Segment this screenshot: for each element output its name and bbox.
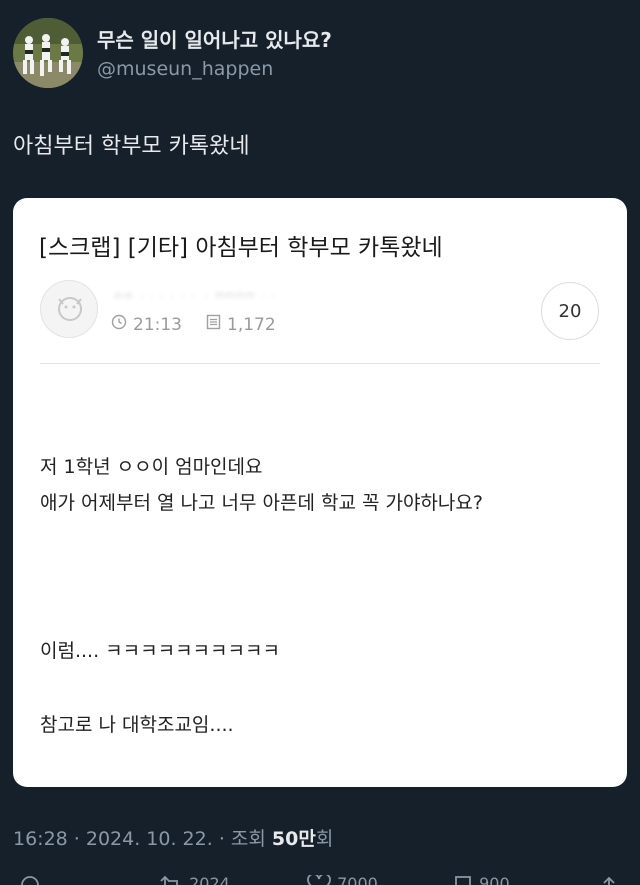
comment-count-badge[interactable]: 20 [541, 282, 599, 340]
action-bar: 2024 7000 900 [0, 868, 640, 885]
heart-icon [306, 872, 332, 885]
document-icon [206, 314, 221, 335]
post-author-name: ㅇㅇ ㆍㆍㆍㆍㆍㆍ ㆍ ㅁㅁㅁㅁ ㆍㆍ [113, 290, 279, 298]
card-divider [40, 363, 600, 364]
bookmark-button[interactable]: 900 [452, 874, 510, 885]
post-body-line: 이럼.... ㅋㅋㅋㅋㅋㅋㅋㅋㅋㅋ [40, 640, 280, 662]
view-count-number: 50만 [271, 828, 316, 850]
post-body-line: 저 1학년 ㅇㅇ이 엄마인데요 [40, 456, 263, 478]
post-body-line: 참고로 나 대학조교임.... [40, 714, 234, 736]
clock-icon [111, 314, 127, 335]
timestamp-text[interactable]: 16:28 · 2024. 10. 22. · 조회 [13, 828, 272, 850]
reply-button[interactable] [18, 874, 42, 885]
retweet-button[interactable]: 2024 [158, 874, 230, 885]
post-title: [스크랩] [기타] 아침부터 학부모 카톡왔네 [39, 235, 443, 261]
tweet-text: 아침부터 학부모 카톡왔네 [13, 134, 250, 159]
post-body-line: 애가 어제부터 열 나고 너무 아픈데 학교 꼭 가야하나요? [40, 492, 483, 514]
share-button[interactable] [598, 874, 620, 885]
tweet-header: 무슨 일이 일어나고 있나요? @museun_happen [13, 18, 613, 90]
view-count-suffix: 회 [315, 828, 334, 850]
share-icon [598, 874, 620, 885]
post-time: 21:13 [133, 314, 182, 335]
retweet-count: 2024 [189, 874, 230, 885]
tweet-timestamp: 16:28 · 2024. 10. 22. · 조회 50만회 [13, 824, 333, 851]
author-handle[interactable]: @museun_happen [97, 58, 273, 80]
retweet-icon [158, 874, 184, 885]
author-display-name[interactable]: 무슨 일이 일어나고 있나요? [97, 24, 332, 53]
post-view-count: 1,172 [227, 314, 276, 335]
post-author-avatar [40, 280, 98, 338]
quoted-post-card[interactable]: [스크랩] [기타] 아침부터 학부모 카톡왔네 ㅇㅇ ㆍㆍㆍㆍㆍㆍ ㆍ ㅁㅁㅁ… [13, 198, 627, 787]
bookmark-count: 900 [479, 874, 510, 885]
like-count: 7000 [337, 874, 378, 885]
post-meta: 21:13 1,172 [111, 314, 276, 335]
bookmark-icon [452, 874, 474, 885]
reply-icon [18, 874, 42, 885]
like-button[interactable]: 7000 [306, 872, 378, 885]
author-avatar[interactable] [13, 18, 83, 88]
